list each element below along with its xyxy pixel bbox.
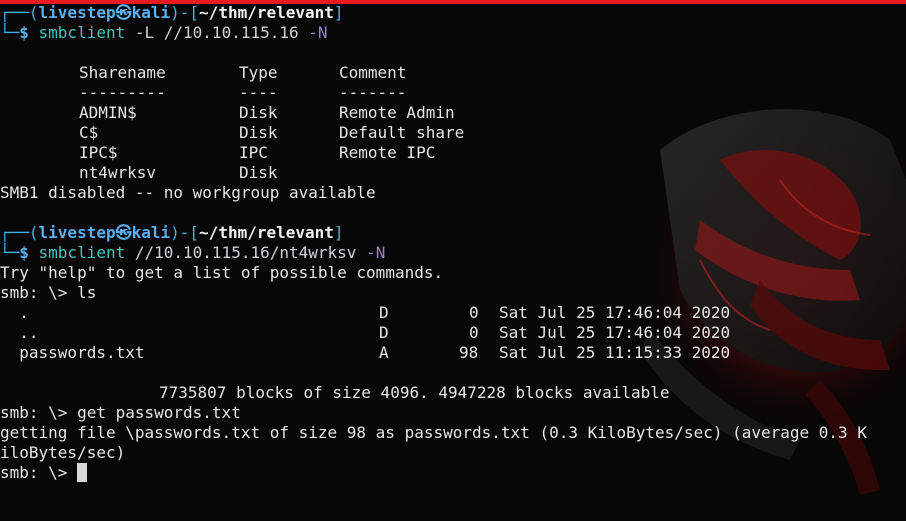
prompt-path: ~/thm/relevant <box>199 223 334 242</box>
share-table-header: Sharename Type Comment <box>0 63 406 83</box>
smb1-note: SMB1 disabled -- no workgroup available <box>0 183 376 202</box>
kali-skull-icon: ㉿ <box>115 223 132 242</box>
prompt-header-1: ┌──(livestep㉿kali)-[~/thm/relevant] <box>0 3 344 23</box>
prompt-user: livestep <box>38 3 116 22</box>
file-date: Sat Jul 25 11:15:33 2020 <box>499 343 731 362</box>
dash-comment: ------- <box>339 83 407 102</box>
prompt-corner-bottom: └─ <box>0 243 20 262</box>
smb-input-line[interactable]: smb: \> <box>0 463 88 483</box>
share-name: IPC$ <box>79 143 118 162</box>
file-date: Sat Jul 25 17:46:04 2020 <box>499 303 731 322</box>
share-type: Disk <box>239 163 278 182</box>
file-attr: A <box>379 343 389 362</box>
prompt-bracket: )-[ <box>170 223 200 242</box>
share-comment: Default share <box>339 123 465 142</box>
share-name: nt4wrksv <box>79 163 157 182</box>
file-date: Sat Jul 25 17:46:04 2020 <box>499 323 731 342</box>
file-size: 98 <box>459 343 479 362</box>
terminal-output[interactable]: ┌──(livestep㉿kali)-[~/thm/relevant] └─$ … <box>0 3 906 521</box>
prompt-dollar: $ <box>19 23 39 42</box>
share-name: ADMIN$ <box>79 103 137 122</box>
file-size: 0 <box>469 323 479 342</box>
help-message: Try "help" to get a list of possible com… <box>0 263 444 282</box>
share-type: Disk <box>239 123 278 142</box>
prompt-corner: ┌──( <box>0 3 39 22</box>
command-flag: -N <box>356 243 386 262</box>
command-name: smbclient <box>38 243 126 262</box>
command-line-2: └─$ smbclient //10.10.115.16/nt4wrksv -N <box>0 243 385 263</box>
prompt-dollar: $ <box>19 243 39 262</box>
file-size: 0 <box>469 303 479 322</box>
smb-prompt: smb: \> <box>0 463 78 482</box>
share-type: Disk <box>239 103 278 122</box>
dash-sharename: --------- <box>79 83 166 102</box>
download-status-wrap: iloBytes/sec) <box>0 443 126 462</box>
list-item: . D 0 Sat Jul 25 17:46:04 2020 <box>0 303 730 323</box>
dash-type: ---- <box>239 83 278 102</box>
share-table-dashes: --------- ---- ------- <box>0 83 406 103</box>
header-sharename: Sharename <box>79 63 166 82</box>
command-line-1: └─$ smbclient -L //10.10.115.16 -N <box>0 23 328 43</box>
prompt-host: kali <box>131 3 171 22</box>
prompt-corner-bottom: └─ <box>0 23 20 42</box>
prompt-host: kali <box>131 223 171 242</box>
command-flag: -N <box>298 23 328 42</box>
file-name: . <box>0 303 29 322</box>
list-item: .. D 0 Sat Jul 25 17:46:04 2020 <box>0 323 730 343</box>
share-name: C$ <box>79 123 99 142</box>
file-attr: D <box>379 323 389 342</box>
blocks-summary: 7735807 blocks of size 4096. 4947228 blo… <box>159 383 670 402</box>
smb-get-command: smb: \> get passwords.txt <box>0 403 241 422</box>
command-name: smbclient <box>38 23 126 42</box>
header-type: Type <box>239 63 278 82</box>
file-attr: D <box>379 303 389 322</box>
download-status: getting file \passwords.txt of size 98 a… <box>0 423 867 442</box>
text-cursor <box>77 463 88 482</box>
prompt-corner: ┌──( <box>0 223 39 242</box>
command-arg: //10.10.115.16/nt4wrksv <box>125 243 357 262</box>
table-row: nt4wrksv Disk <box>0 163 278 183</box>
header-comment: Comment <box>339 63 407 82</box>
prompt-bracket: )-[ <box>170 3 200 22</box>
prompt-path: ~/thm/relevant <box>199 3 334 22</box>
share-comment: Remote IPC <box>339 143 436 162</box>
share-comment: Remote Admin <box>339 103 455 122</box>
smb-ls-command: smb: \> ls <box>0 283 97 302</box>
file-name: .. <box>0 323 39 342</box>
list-item: passwords.txt A 98 Sat Jul 25 11:15:33 2… <box>0 343 730 363</box>
table-row: C$ Disk Default share <box>0 123 464 143</box>
prompt-bracket-end: ] <box>333 223 344 242</box>
prompt-bracket-end: ] <box>333 3 344 22</box>
file-name: passwords.txt <box>0 343 145 362</box>
table-row: IPC$ IPC Remote IPC <box>0 143 435 163</box>
share-type: IPC <box>239 143 268 162</box>
command-arg: -L //10.10.115.16 <box>125 23 299 42</box>
kali-skull-icon: ㉿ <box>115 3 132 22</box>
prompt-user: livestep <box>38 223 116 242</box>
prompt-header-2: ┌──(livestep㉿kali)-[~/thm/relevant] <box>0 223 344 243</box>
table-row: ADMIN$ Disk Remote Admin <box>0 103 455 123</box>
